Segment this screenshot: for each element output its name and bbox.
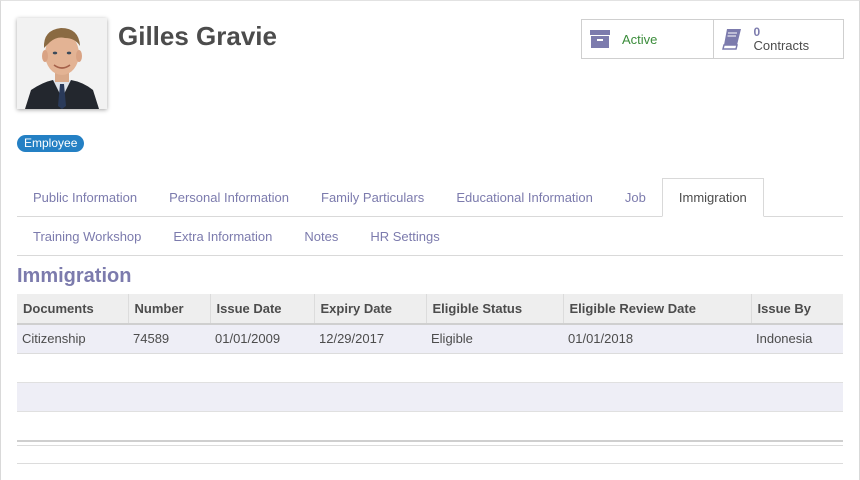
tab-public-information[interactable]: Public Information	[17, 178, 153, 216]
table-cell: Eligible	[426, 324, 563, 354]
column-header[interactable]: Eligible Review Date	[563, 294, 752, 325]
table-cell: 01/01/2018	[563, 324, 751, 354]
contracts-count: 0	[753, 25, 761, 39]
employee-category-tag[interactable]: Employee	[17, 135, 85, 152]
tab-family-particulars[interactable]: Family Particulars	[305, 178, 440, 216]
employee-avatar[interactable]	[17, 18, 107, 109]
table-cell: Citizenship	[17, 324, 128, 354]
column-header[interactable]: Eligible Status	[426, 294, 564, 325]
tab-educational-information[interactable]: Educational Information	[440, 178, 609, 216]
active-toggle-button[interactable]: Active	[582, 20, 714, 58]
column-header[interactable]: Documents	[17, 294, 129, 325]
employee-name[interactable]: Gilles Gravie	[118, 21, 277, 52]
avatar-photo	[17, 18, 107, 109]
section-title: Immigration	[17, 265, 132, 287]
tab-extra-information[interactable]: Extra Information	[157, 217, 288, 255]
empty-table-row	[17, 353, 843, 382]
archive-box-icon	[590, 28, 610, 50]
empty-table-row	[17, 381, 843, 412]
tab-hr-settings[interactable]: HR Settings	[354, 217, 455, 255]
tab-row-2: Training Workshop Extra Information Note…	[17, 217, 843, 256]
form-notebook-tabs: Public Information Personal Information …	[17, 178, 843, 256]
tab-notes[interactable]: Notes	[288, 217, 354, 255]
tab-row-1: Public Information Personal Information …	[17, 178, 843, 217]
column-header[interactable]: Issue By	[751, 294, 843, 325]
table-cell: Indonesia	[751, 324, 843, 354]
smart-button-box: Active 0 Contracts	[581, 19, 844, 59]
contracts-label: Contracts	[753, 38, 810, 53]
table-row[interactable]: Citizenship 74589 01/01/2009 12/29/2017 …	[17, 324, 843, 354]
column-header[interactable]: Expiry Date	[314, 294, 427, 325]
tab-job[interactable]: Job	[609, 178, 662, 216]
book-icon	[721, 28, 742, 50]
divider	[17, 463, 843, 464]
table-cell: 12/29/2017	[314, 324, 426, 354]
column-header[interactable]: Issue Date	[210, 294, 315, 325]
table-header-row: Documents Number Issue Date Expiry Date …	[17, 294, 843, 325]
tab-immigration[interactable]: Immigration	[661, 178, 764, 217]
employee-form-sheet: Gilles Gravie Active 0 Contracts Employe…	[0, 0, 860, 480]
tab-training-workshop[interactable]: Training Workshop	[17, 217, 157, 255]
tab-personal-information[interactable]: Personal Information	[153, 178, 305, 216]
active-status-label: Active	[622, 31, 658, 47]
table-cell: 74589	[128, 324, 210, 354]
column-header[interactable]: Number	[128, 294, 211, 325]
contracts-button[interactable]: 0 Contracts	[714, 20, 844, 58]
table-footer	[17, 440, 843, 446]
immigration-table: Documents Number Issue Date Expiry Date …	[17, 294, 843, 412]
table-cell: 01/01/2009	[210, 324, 314, 354]
